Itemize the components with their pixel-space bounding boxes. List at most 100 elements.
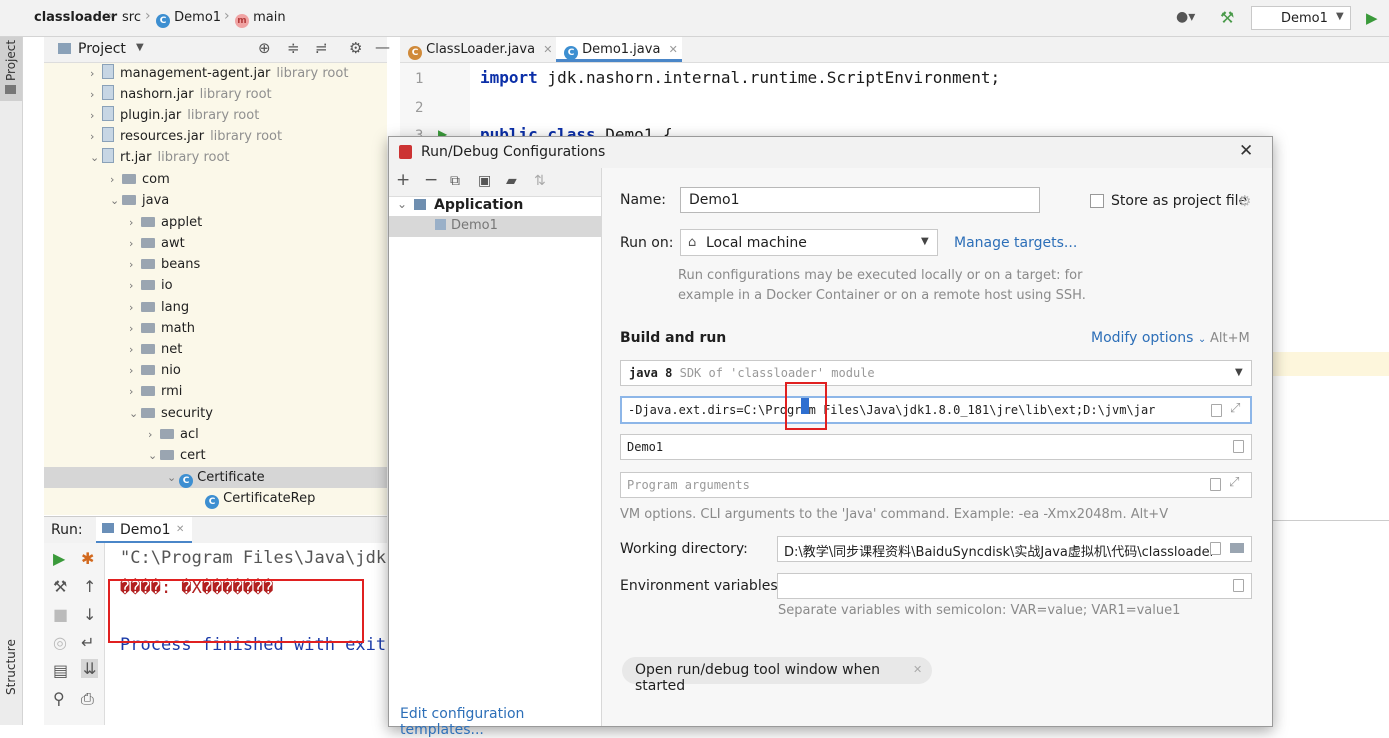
program-arguments-field[interactable]: Program arguments ⤢ [620,472,1252,498]
rerun-icon[interactable]: ▶ [53,549,65,568]
edit-variables-icon[interactable] [1233,579,1244,592]
main-class-field[interactable]: Demo1 [620,434,1252,460]
chevron-right-icon[interactable]: › [110,169,122,190]
run-config-selector[interactable]: Demo1 ▼ [1251,6,1351,30]
close-icon[interactable]: ✕ [669,43,678,56]
chevron-right-icon[interactable]: › [90,105,102,126]
wrench-icon[interactable]: ⚒ [53,577,67,596]
close-icon[interactable]: ✕ [543,43,552,56]
collapse-all-icon[interactable]: ≓ [315,39,328,57]
tree-item-math[interactable]: › math [129,318,195,339]
run-tab-demo1[interactable]: Demo1 ✕ [96,517,192,544]
close-icon[interactable]: ✕ [176,524,184,535]
breadcrumb-project[interactable]: classloader [34,10,117,25]
environment-variables-field[interactable] [777,573,1252,599]
close-icon[interactable]: ✕ [913,663,922,676]
soft-wrap-icon[interactable]: ↵ [81,633,94,652]
folder-add-icon[interactable]: ▰ [506,173,517,189]
tree-item-lang[interactable]: › lang [129,297,189,318]
chevron-right-icon[interactable]: › [129,254,141,275]
tree-item-net[interactable]: › net [129,339,182,360]
chevron-right-icon[interactable]: › [90,63,102,84]
tree-item-plugin-jar[interactable]: › plugin.jar library root [90,105,259,126]
scroll-to-end-icon[interactable]: ⇊ [81,659,99,678]
chevron-right-icon[interactable]: › [129,275,141,296]
tree-item-com[interactable]: › com [110,169,170,190]
copy-icon[interactable]: ⧉ [450,173,460,189]
build-hammer-icon[interactable]: ⚒ [1220,8,1234,27]
tree-item-beans[interactable]: › beans [129,254,200,275]
close-icon[interactable]: ✕ [1239,141,1253,161]
run-icon[interactable]: ▶ [1366,9,1378,27]
tree-group-application[interactable]: ⌄ Application [389,196,601,216]
tree-item-nio[interactable]: › nio [129,360,181,381]
tree-item-certificate[interactable]: ⌄ C Certificate [167,467,265,488]
console-output[interactable]: "C:\Program Files\Java\jdk ����: �X�����… [105,543,387,725]
tree-item-java[interactable]: ⌄ java [110,190,169,211]
chevron-down-icon[interactable]: ⌄ [167,467,179,488]
gear-icon[interactable]: ⚙ [349,39,362,57]
project-tool-button[interactable]: Project [0,37,22,101]
tab-demo1-java[interactable]: C Demo1.java ✕ [556,37,682,62]
tree-item-rmi[interactable]: › rmi [129,381,182,402]
manage-targets-link[interactable]: Manage targets... [954,235,1077,251]
chevron-right-icon[interactable]: › [129,233,141,254]
tree-item-demo1[interactable]: Demo1 [389,216,601,237]
chevron-right-icon[interactable]: › [129,297,141,318]
jdk-select[interactable]: java 8 SDK of 'classloader' module ▼ [620,360,1252,386]
edit-configuration-templates-link[interactable]: Edit configuration templates... [400,706,601,738]
print-icon[interactable]: ⎙ [81,689,94,709]
chevron-right-icon[interactable]: › [129,212,141,233]
vm-options-field[interactable]: -Djava.ext.dirs=C:\Program Files\Java\jd… [620,396,1252,424]
gear-icon[interactable]: ⚙ [1238,192,1251,210]
camera-icon[interactable]: ◎ [53,633,67,652]
expand-text-icon[interactable] [1210,478,1221,491]
arrow-up-icon[interactable]: ↑ [83,577,96,596]
tree-item-resources-jar[interactable]: › resources.jar library root [90,126,282,147]
stop-icon[interactable]: ■ [53,605,68,624]
add-icon[interactable]: + [396,170,410,190]
chevron-down-icon[interactable]: ▼ [136,42,144,53]
open-tool-window-option-chip[interactable]: Open run/debug tool window when started … [622,657,932,694]
working-directory-field[interactable]: D:\教学\同步课程资料\BaiduSyncdisk\实战Java虚拟机\代码\… [777,536,1252,562]
tree-item-management-agent-jar[interactable]: › management-agent.jar library root [90,63,348,84]
expand-text-icon[interactable] [1211,404,1222,417]
locate-icon[interactable]: ⊕ [258,39,271,57]
remove-icon[interactable]: − [424,170,438,190]
chevron-right-icon[interactable]: › [148,424,160,445]
code-line-import[interactable]: import jdk.nashorn.internal.runtime.Scri… [480,68,1000,87]
chevron-down-icon[interactable]: ⌄ [90,147,102,168]
tree-item-nashorn-jar[interactable]: › nashorn.jar library root [90,84,272,105]
insert-macro-icon[interactable] [1210,542,1221,555]
chevron-down-icon[interactable]: ⌄ [397,197,407,211]
pin-icon[interactable]: ⚲ [53,689,65,708]
structure-tool-button[interactable]: Structure [0,627,22,707]
project-view-title[interactable]: Project [78,41,126,57]
maximize-icon[interactable]: ⤢ [1230,401,1240,416]
tree-item-cert[interactable]: ⌄ cert [148,445,206,466]
maximize-icon[interactable]: ⤢ [1229,475,1239,490]
modify-options-link[interactable]: Modify options ⌄ [1091,330,1206,346]
chevron-right-icon[interactable]: › [129,318,141,339]
tree-item-awt[interactable]: › awt [129,233,185,254]
hide-panel-icon[interactable]: — [375,38,390,56]
sort-icon[interactable]: ⇅ [534,173,546,189]
tree-item-io[interactable]: › io [129,275,173,296]
tab-classloader-java[interactable]: C ClassLoader.java ✕ [408,37,552,62]
name-field[interactable]: Demo1 [680,187,1040,213]
chevron-right-icon[interactable]: › [90,126,102,147]
run-on-select[interactable]: ⌂ Local machine ▼ [680,229,938,256]
user-icon[interactable]: ●▾ [1176,9,1195,25]
chevron-right-icon[interactable]: › [90,84,102,105]
chevron-down-icon[interactable]: ⌄ [148,445,160,466]
browse-class-icon[interactable] [1233,440,1244,453]
tree-item-certificaterep[interactable]: C CertificateRep [205,488,315,509]
arrow-down-icon[interactable]: ↓ [83,605,96,624]
chevron-down-icon[interactable]: ⌄ [110,190,122,211]
tree-item-rt-jar[interactable]: ⌄ rt.jar library root [90,147,230,168]
breadcrumb-src[interactable]: src [122,10,141,25]
tree-item-acl[interactable]: › acl [148,424,199,445]
chevron-right-icon[interactable]: › [129,360,141,381]
tree-item-applet[interactable]: › applet [129,212,202,233]
breadcrumb-class[interactable]: C Demo1 [156,10,221,28]
